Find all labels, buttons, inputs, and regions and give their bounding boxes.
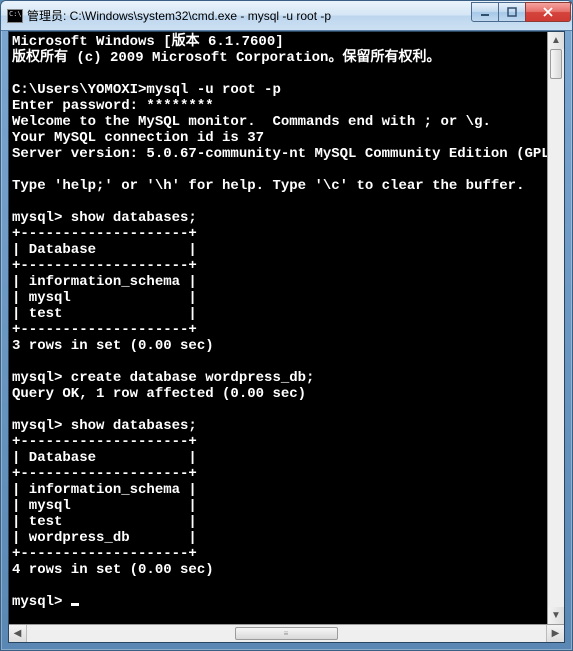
line: | test |: [12, 514, 197, 530]
cursor: [71, 603, 79, 606]
line: 3 rows in set (0.00 sec): [12, 338, 214, 354]
line: 4 rows in set (0.00 sec): [12, 562, 214, 578]
line: Microsoft Windows [版本 6.1.7600]: [12, 34, 284, 50]
horizontal-scroll-track[interactable]: ≡: [27, 625, 546, 642]
line: | wordpress_db |: [12, 530, 197, 546]
line: mysql> show databases;: [12, 210, 197, 226]
close-button[interactable]: [525, 2, 571, 22]
line: | Database |: [12, 242, 197, 258]
line: +--------------------+: [12, 434, 197, 450]
client-area: Microsoft Windows [版本 6.1.7600] 版权所有 (c)…: [8, 31, 565, 643]
scroll-right-arrow-icon[interactable]: ▶: [546, 625, 564, 642]
horizontal-scroll-thumb[interactable]: ≡: [235, 627, 339, 640]
scroll-down-arrow-icon[interactable]: ▼: [548, 607, 564, 624]
cmd-window: C:\ 管理员: C:\Windows\system32\cmd.exe - m…: [0, 0, 573, 651]
line: Enter password: ********: [12, 98, 214, 114]
minimize-button[interactable]: [471, 2, 499, 22]
vertical-scroll-thumb[interactable]: [550, 49, 562, 79]
line: +--------------------+: [12, 226, 197, 242]
titlebar[interactable]: C:\ 管理员: C:\Windows\system32\cmd.exe - m…: [1, 1, 572, 31]
line: +--------------------+: [12, 466, 197, 482]
terminal-output[interactable]: Microsoft Windows [版本 6.1.7600] 版权所有 (c)…: [9, 32, 564, 624]
vertical-scrollbar[interactable]: ▲ ▼: [547, 32, 564, 624]
cmd-icon: C:\: [7, 9, 23, 23]
line: | mysql |: [12, 498, 197, 514]
line: Server version: 5.0.67-community-nt MySQ…: [12, 146, 558, 162]
vertical-scroll-track[interactable]: [548, 49, 564, 607]
line: 版权所有 (c) 2009 Microsoft Corporation。保留所有…: [12, 50, 440, 66]
line: +--------------------+: [12, 258, 197, 274]
prompt: mysql>: [12, 594, 71, 610]
line: mysql> create database wordpress_db;: [12, 370, 314, 386]
line: | information_schema |: [12, 482, 197, 498]
line: | test |: [12, 306, 197, 322]
line: | information_schema |: [12, 274, 197, 290]
line: | mysql |: [12, 290, 197, 306]
line: Type 'help;' or '\h' for help. Type '\c'…: [12, 178, 524, 194]
line: | Database |: [12, 450, 197, 466]
line: +--------------------+: [12, 546, 197, 562]
line: Your MySQL connection id is 37: [12, 130, 264, 146]
window-title: 管理员: C:\Windows\system32\cmd.exe - mysql…: [27, 7, 472, 24]
scroll-up-arrow-icon[interactable]: ▲: [548, 32, 564, 49]
horizontal-scrollbar[interactable]: ◀ ≡ ▶: [9, 624, 564, 642]
window-controls: [472, 2, 571, 22]
line: C:\Users\YOMOXI>mysql -u root -p: [12, 82, 281, 98]
scroll-left-arrow-icon[interactable]: ◀: [9, 625, 27, 642]
line: mysql> show databases;: [12, 418, 197, 434]
maximize-button[interactable]: [498, 2, 526, 22]
line: Query OK, 1 row affected (0.00 sec): [12, 386, 306, 402]
line: Welcome to the MySQL monitor. Commands e…: [12, 114, 491, 130]
line: +--------------------+: [12, 322, 197, 338]
